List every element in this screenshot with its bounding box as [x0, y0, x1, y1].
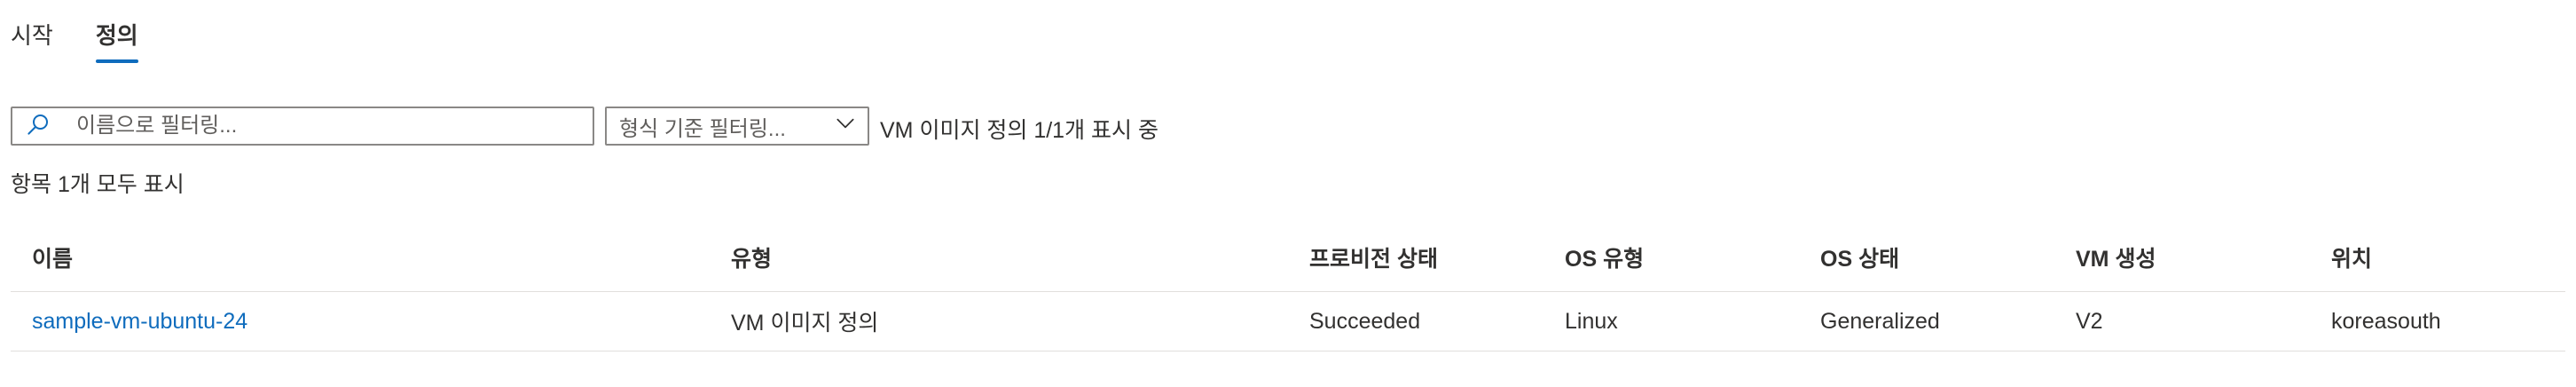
page: 시작 정의 형식 기준 필터링... VM 이미지 정의 1/1개 표시 중 항… [0, 0, 2576, 387]
row-os-state: Generalized [1820, 308, 1940, 334]
chevron-down-icon [834, 112, 857, 141]
column-header-os-type[interactable]: OS 유형 [1565, 224, 1644, 291]
result-count-text: VM 이미지 정의 1/1개 표시 중 [880, 118, 1158, 143]
search-input[interactable] [75, 113, 575, 139]
column-header-vm-generation[interactable]: VM 생성 [2076, 224, 2156, 291]
column-header-location[interactable]: 위치 [2331, 224, 2372, 291]
column-header-type[interactable]: 유형 [731, 224, 772, 291]
column-header-provisioning-state[interactable]: 프로비전 상태 [1309, 224, 1438, 291]
row-vm-generation: V2 [2076, 308, 2103, 334]
definitions-table: 이름 유형 프로비전 상태 OS 유형 OS 상태 VM 생성 위치 sampl… [11, 224, 2565, 351]
tab-definitions[interactable]: 정의 [95, 18, 138, 63]
row-location: koreasouth [2331, 308, 2441, 334]
row-type: VM 이미지 정의 [731, 311, 879, 336]
type-filter-dropdown[interactable]: 형식 기준 필터링... [605, 107, 869, 146]
table-header: 이름 유형 프로비전 상태 OS 유형 OS 상태 VM 생성 위치 [11, 224, 2565, 292]
column-header-name[interactable]: 이름 [32, 224, 73, 291]
row-os-type: Linux [1565, 308, 1618, 334]
search-icon [25, 111, 51, 142]
type-filter-label: 형식 기준 필터링... [619, 116, 786, 141]
row-provisioning-state: Succeeded [1309, 308, 1421, 334]
showing-all-text: 항목 1개 모두 표시 [11, 172, 185, 197]
tab-list: 시작 정의 [11, 18, 138, 63]
filter-bar: 형식 기준 필터링... VM 이미지 정의 1/1개 표시 중 [11, 107, 1158, 146]
row-name-link[interactable]: sample-vm-ubuntu-24 [32, 292, 247, 351]
column-header-os-state[interactable]: OS 상태 [1820, 224, 1899, 291]
tab-start[interactable]: 시작 [11, 18, 53, 63]
table-row: sample-vm-ubuntu-24 VM 이미지 정의 Succeeded … [11, 292, 2565, 351]
search-box[interactable] [11, 107, 594, 146]
